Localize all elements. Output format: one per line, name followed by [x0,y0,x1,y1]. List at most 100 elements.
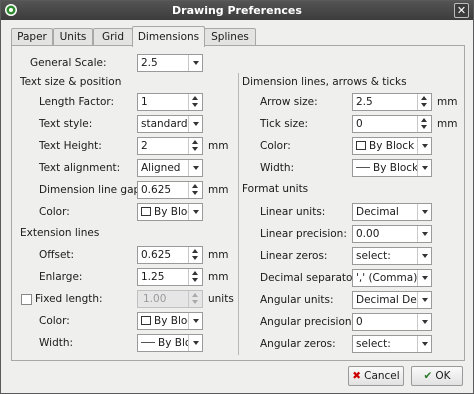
dim-line-gap-spinbox[interactable]: 0.625 [137,181,203,199]
spin-up-icon[interactable] [192,249,198,253]
text-color-combo[interactable]: By Bloc [137,203,203,221]
general-scale-value: 2.5 [141,57,158,69]
text-height-label: Text Height: [39,140,102,152]
dim-color-combo[interactable]: By Block [352,137,432,155]
spin-down-icon[interactable] [192,103,198,107]
chevron-down-icon[interactable] [417,248,431,264]
spin-down-icon[interactable] [421,125,427,129]
spin-arrows[interactable] [188,269,202,285]
spin-arrows[interactable] [188,94,202,110]
text-height-spinbox[interactable]: 2 [137,137,203,155]
dim-width-value: By Block [373,162,419,174]
linear-zeros-value: select: [356,250,391,262]
dim-width-combo[interactable]: By Block [352,159,432,177]
arrow-size-unit: mm [437,96,458,108]
spin-arrows[interactable] [188,291,202,307]
spin-up-icon[interactable] [421,118,427,122]
angular-units-combo[interactable]: Decimal Degi [352,291,432,309]
chevron-down-icon[interactable] [417,226,431,242]
offset-spinbox[interactable]: 0.625 [137,246,203,264]
tab-dimensions[interactable]: Dimensions [132,26,205,47]
color-swatch-icon [141,316,151,325]
text-size-heading: Text size & position [20,76,122,88]
offset-label: Offset: [39,249,75,261]
offset-unit: mm [208,249,229,261]
tick-size-spinbox[interactable]: 0 [352,115,432,133]
arrow-size-value: 2.5 [356,96,373,108]
decimal-separator-combo[interactable]: ',' (Comma) [352,269,432,287]
linear-units-combo[interactable]: Decimal [352,203,432,221]
cancel-button[interactable]: ✖ Cancel [348,366,404,386]
chevron-down-icon[interactable] [417,292,431,308]
angular-zeros-combo[interactable]: select: [352,335,432,353]
arrow-size-label: Arrow size: [260,96,318,108]
spin-arrows[interactable] [188,247,202,263]
enlarge-spinbox[interactable]: 1.25 [137,268,203,286]
text-style-combo[interactable]: standard [137,115,203,133]
chevron-down-icon[interactable] [188,116,202,132]
chevron-down-icon[interactable] [188,160,202,176]
enlarge-label: Enlarge: [39,271,83,283]
spin-up-icon[interactable] [192,96,198,100]
title-bar: Drawing Preferences ✕ [1,1,473,20]
spin-arrows[interactable] [417,94,431,110]
spin-down-icon[interactable] [192,256,198,260]
spin-arrows[interactable] [188,182,202,198]
decimal-separator-value: ',' (Comma) [356,272,418,284]
chevron-down-icon[interactable] [417,336,431,352]
length-factor-spinbox[interactable]: 1 [137,93,203,111]
offset-value: 0.625 [141,249,172,261]
spin-down-icon[interactable] [192,147,198,151]
spin-down-icon[interactable] [192,191,198,195]
ok-button[interactable]: ✔ OK [411,366,463,386]
spin-up-icon[interactable] [192,140,198,144]
linear-zeros-combo[interactable]: select: [352,247,432,265]
length-factor-label: Length Factor: [39,96,115,108]
chevron-down-icon[interactable] [417,160,431,176]
chevron-down-icon[interactable] [188,204,202,220]
ext-color-combo[interactable]: By Bloc [137,312,203,330]
arrow-size-spinbox[interactable]: 2.5 [352,93,432,111]
tab-units[interactable]: Units [53,28,93,46]
chevron-down-icon[interactable] [417,138,431,154]
tab-splines[interactable]: Splines [204,28,256,46]
chevron-down-icon[interactable] [417,314,431,330]
linear-units-label: Linear units: [260,206,326,218]
tick-size-label: Tick size: [260,118,309,130]
angular-precision-value: 0 [356,316,363,328]
format-units-heading: Format units [242,183,309,195]
spin-up-icon[interactable] [421,96,427,100]
angular-units-label: Angular units: [260,294,334,306]
chevron-down-icon[interactable] [188,55,202,71]
chevron-down-icon[interactable] [188,335,202,351]
chevron-down-icon[interactable] [417,204,431,220]
spin-up-icon[interactable] [192,184,198,188]
tab-grid[interactable]: Grid [93,28,133,46]
fixed-length-spinbox[interactable]: 1.00 [137,290,203,308]
line-width-icon [356,167,370,168]
spin-arrows[interactable] [417,116,431,132]
spin-down-icon[interactable] [192,300,198,304]
fixed-length-checkbox[interactable] [21,294,32,305]
close-icon[interactable]: ✕ [454,3,469,18]
chevron-down-icon[interactable] [188,313,202,329]
spin-down-icon[interactable] [421,103,427,107]
chevron-down-icon[interactable] [417,270,431,286]
spin-up-icon[interactable] [192,271,198,275]
text-alignment-combo[interactable]: Aligned [137,159,203,177]
spin-arrows[interactable] [188,138,202,154]
angular-precision-combo[interactable]: 0 [352,313,432,331]
drawing-preferences-dialog: Drawing Preferences ✕ Paper Units Grid D… [0,0,474,394]
linear-precision-value: 0.00 [356,228,380,240]
text-height-unit: mm [208,140,229,152]
linear-precision-combo[interactable]: 0.00 [352,225,432,243]
spin-up-icon[interactable] [192,293,198,297]
cancel-label: Cancel [364,370,400,382]
enlarge-value: 1.25 [141,271,165,283]
tab-paper[interactable]: Paper [11,28,53,46]
color-swatch-icon [356,141,366,150]
extension-lines-heading: Extension lines [20,227,100,239]
general-scale-combo[interactable]: 2.5 [137,54,203,72]
spin-down-icon[interactable] [192,278,198,282]
ext-width-combo[interactable]: By Bloc [137,334,203,352]
